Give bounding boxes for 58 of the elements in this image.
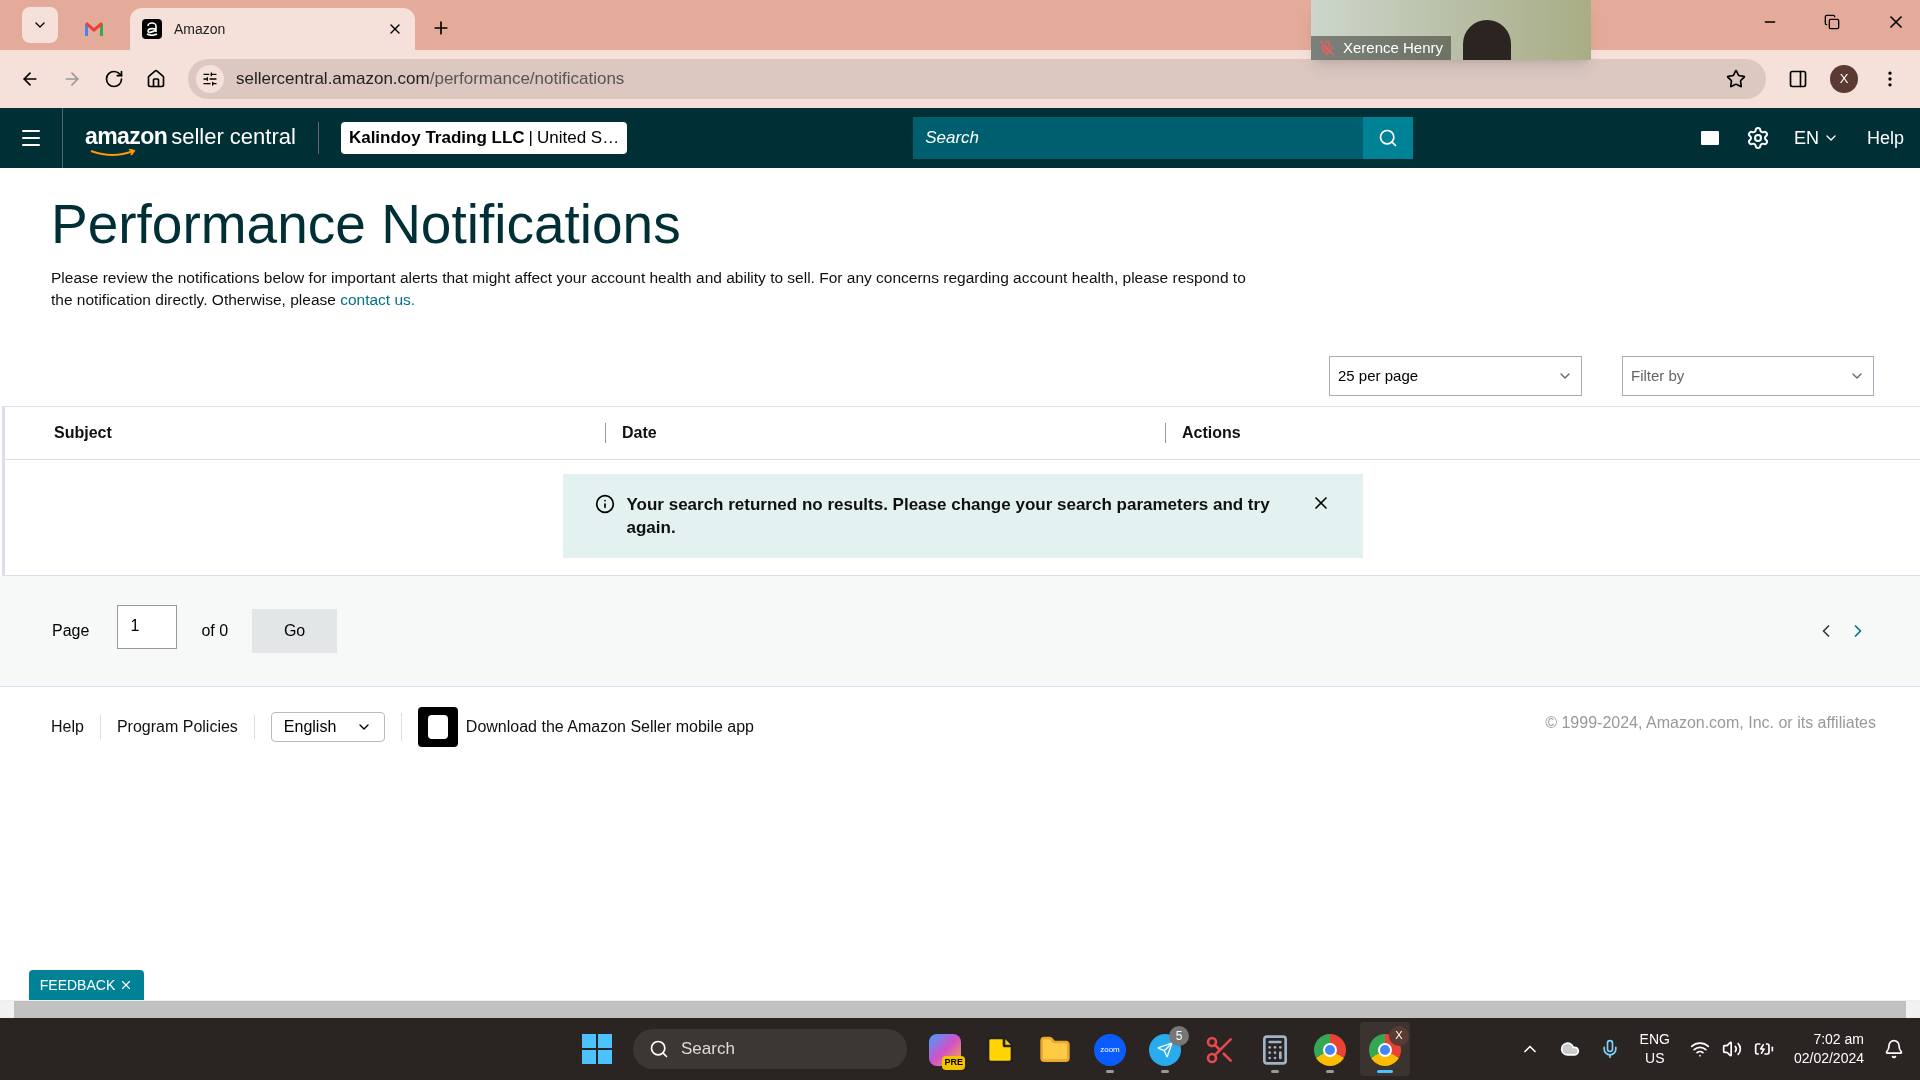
cloud-icon[interactable] bbox=[1559, 1039, 1580, 1059]
alert-message: Your search returned no results. Please change your search parameters and try again. bbox=[626, 493, 1271, 539]
seller-central-logo[interactable]: amazon seller central bbox=[85, 118, 296, 158]
taskbar-app-button[interactable]: zoom bbox=[1085, 1022, 1135, 1076]
page-title: Performance Notifications bbox=[51, 192, 682, 257]
page-number-field[interactable]: 1 bbox=[117, 604, 178, 649]
reload-icon[interactable] bbox=[104, 69, 124, 89]
filter-select[interactable]: Filter by bbox=[1622, 355, 1874, 396]
page-count: of 0 bbox=[201, 620, 229, 641]
column-header: Subject bbox=[53, 422, 112, 443]
intro-paragraph: Please review the notifications below for important alerts that might affect your account health and ability to sell. For any concerns regarding account health, please respond to the notification directly. Otherwise, please contact us. bbox=[51, 267, 1247, 310]
footer-link[interactable]: Help bbox=[51, 714, 101, 739]
language-select[interactable]: English bbox=[270, 711, 385, 742]
taskbar-app-button[interactable]: 5 bbox=[1140, 1022, 1190, 1076]
participant-name: Xerence Henry bbox=[1343, 37, 1444, 58]
bookmark-star-icon[interactable] bbox=[1726, 69, 1746, 89]
taskbar-app-button[interactable]: PRE bbox=[920, 1022, 970, 1076]
profile-avatar[interactable]: X bbox=[1830, 65, 1858, 93]
search-icon bbox=[1378, 128, 1399, 148]
url-text: sellercentral.amazon.com/performance/notifications bbox=[236, 68, 626, 91]
contact-link[interactable]: contact us. bbox=[340, 290, 416, 308]
column-header: Date bbox=[622, 422, 657, 443]
taskbar-app-button[interactable]: X bbox=[1360, 1022, 1410, 1076]
settings-icon[interactable] bbox=[1745, 126, 1770, 150]
app-download-link[interactable]: Download the Amazon Seller mobile app bbox=[465, 714, 754, 739]
avatar-silhouette bbox=[1463, 20, 1512, 60]
restore-icon[interactable] bbox=[1824, 14, 1840, 30]
wifi-icon[interactable] bbox=[1689, 1039, 1710, 1059]
input-language-indicator[interactable]: ENG US bbox=[1639, 1030, 1670, 1068]
mail-logo-icon bbox=[84, 21, 104, 37]
footer-link[interactable]: Program Policies bbox=[116, 714, 255, 739]
browser-tab[interactable]: Amazon bbox=[130, 8, 415, 50]
search-button[interactable] bbox=[1363, 117, 1414, 159]
home-icon[interactable] bbox=[146, 69, 166, 89]
windows-start-icon[interactable] bbox=[582, 1034, 612, 1064]
side-panel-icon[interactable] bbox=[1788, 69, 1808, 89]
search-icon bbox=[649, 1039, 669, 1059]
go-button[interactable]: Go bbox=[252, 608, 338, 653]
feedback-tab[interactable]: FEEDBACK bbox=[29, 970, 144, 1000]
notification-bell-icon[interactable] bbox=[1884, 1039, 1904, 1059]
amazon-logo-icon bbox=[142, 19, 162, 39]
seller-app-icon bbox=[417, 706, 458, 747]
help-link[interactable]: Help bbox=[1866, 124, 1904, 152]
clock[interactable]: 7:02 am 02/02/2024 bbox=[1793, 1030, 1864, 1068]
language-menu[interactable]: EN bbox=[1793, 124, 1839, 152]
copyright-text: © 1999-2024, Amazon.com, Inc. or its affiliates bbox=[1545, 712, 1876, 733]
site-settings-icon[interactable] bbox=[202, 71, 218, 87]
tab-title: Amazon bbox=[174, 19, 227, 39]
address-bar[interactable]: sellercentral.amazon.com/performance/notifications bbox=[188, 59, 1766, 99]
page-label: Page bbox=[52, 620, 90, 641]
column-header: Actions bbox=[1182, 422, 1241, 443]
info-icon bbox=[594, 493, 615, 514]
per-page-select[interactable]: 25 per page bbox=[1329, 355, 1582, 396]
search-field[interactable]: Search bbox=[913, 117, 1364, 159]
volume-icon[interactable] bbox=[1721, 1039, 1742, 1059]
taskbar-search-field[interactable]: Search bbox=[633, 1029, 907, 1069]
paper-plane-icon bbox=[1157, 1041, 1173, 1058]
account-switcher[interactable]: Kalindoy Trading LLC | United S… bbox=[340, 122, 628, 154]
